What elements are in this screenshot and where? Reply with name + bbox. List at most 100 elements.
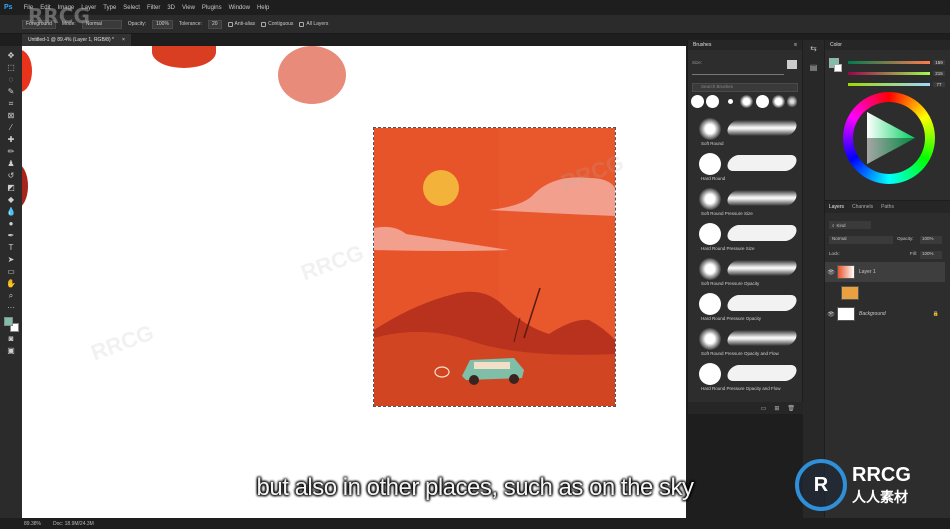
new-brush-icon[interactable] (787, 60, 797, 69)
preset-soft-round[interactable] (740, 95, 753, 108)
color-swatches[interactable] (3, 316, 19, 332)
all-layers-checkbox[interactable]: All Layers (299, 21, 328, 27)
canvas[interactable] (22, 46, 686, 518)
brush-name: Soft Round Pressure Opacity and Flow (701, 351, 779, 356)
blue-value[interactable]: 77 (933, 81, 945, 87)
preset-soft-round[interactable] (772, 95, 785, 108)
preset-hard-round[interactable] (756, 95, 769, 108)
paint-bucket-tool-icon[interactable]: ◆ (4, 194, 18, 205)
green-slider[interactable]: 215 (848, 69, 948, 77)
zoom-tool-icon[interactable]: ⌕ (4, 290, 18, 301)
brush-item-hard-round-pressure-opacity-flow[interactable]: Hard Round Pressure Opacity and Flow (688, 359, 799, 394)
tab-layers[interactable]: Layers (825, 204, 848, 210)
foreground-color-swatch[interactable] (4, 317, 13, 326)
brush-item-soft-round-pressure-size[interactable]: Soft Round Pressure Size (688, 184, 799, 219)
document-tab[interactable]: Untitled-1 @ 89.4% (Layer 1, RGB/8) * × (22, 34, 131, 46)
green-slider-track[interactable] (848, 71, 930, 75)
eyedropper-tool-icon[interactable]: ⁄ (4, 122, 18, 133)
preset-hard-round[interactable] (706, 95, 719, 108)
trash-icon[interactable]: 🗑 (787, 405, 795, 412)
blue-slider-track[interactable] (848, 82, 930, 86)
brush-item-soft-round[interactable]: Soft Round (688, 114, 799, 149)
brush-tool-icon[interactable]: ✏ (4, 146, 18, 157)
pen-tool-icon[interactable]: ✒ (4, 230, 18, 241)
rectangle-tool-icon[interactable]: ▭ (4, 266, 18, 277)
red-slider-track[interactable] (848, 60, 930, 64)
preset-soft-round[interactable] (787, 95, 797, 108)
menu-3d[interactable]: 3D (167, 5, 175, 11)
red-value[interactable]: 159 (933, 59, 945, 65)
photoshop-logo-icon[interactable]: Ps (4, 4, 13, 11)
opacity-input[interactable]: 100% (152, 19, 173, 29)
green-value[interactable]: 215 (933, 70, 945, 76)
red-slider[interactable]: 159 (848, 58, 948, 66)
menu-help[interactable]: Help (257, 5, 269, 11)
brush-size-slider[interactable] (692, 74, 784, 75)
hand-tool-icon[interactable]: ✋ (4, 278, 18, 289)
quick-select-tool-icon[interactable]: ✎ (4, 86, 18, 97)
brush-item-hard-round-pressure-opacity[interactable]: Hard Round Pressure Opacity (688, 289, 799, 324)
new-icon[interactable]: ⊞ (774, 405, 779, 412)
healing-brush-tool-icon[interactable]: ✚ (4, 134, 18, 145)
brush-search-input[interactable]: Search Brushes (692, 83, 798, 92)
layer-thumbnail (837, 265, 855, 279)
move-tool-icon[interactable]: ✥ (4, 50, 18, 61)
clone-stamp-tool-icon[interactable]: ♟ (4, 158, 18, 169)
path-selection-tool-icon[interactable]: ➤ (4, 254, 18, 265)
background-color-swatch[interactable] (834, 64, 842, 72)
brush-item-soft-round-pressure-opacity-flow[interactable]: Soft Round Pressure Opacity and Flow (688, 324, 799, 359)
tolerance-input[interactable]: 20 (207, 19, 222, 29)
color-wheel[interactable] (843, 92, 935, 184)
brush-presets-row[interactable] (690, 95, 798, 111)
tab-paths[interactable]: Paths (877, 204, 898, 210)
blend-mode-select[interactable]: Normal (829, 236, 893, 244)
more-tools-icon[interactable]: ··· (4, 302, 18, 313)
crop-tool-icon[interactable]: ⌗ (4, 98, 18, 109)
brush-item-hard-round-pressure-size[interactable]: Hard Round Pressure Size (688, 219, 799, 254)
menu-plugins[interactable]: Plugins (202, 5, 222, 11)
layer-row-background[interactable]: 👁 Background 🔒 (825, 304, 945, 324)
blue-slider[interactable]: 77 (848, 80, 948, 88)
menu-view[interactable]: View (182, 5, 195, 11)
lasso-tool-icon[interactable]: ◌ (4, 74, 18, 85)
contiguous-checkbox[interactable]: Contiguous (261, 21, 293, 27)
tab-channels[interactable]: Channels (848, 204, 877, 210)
layer-row-artwork[interactable] (825, 283, 945, 303)
preset-small-round[interactable] (728, 99, 733, 104)
menu-window[interactable]: Window (229, 5, 250, 11)
brush-name: Soft Round Pressure Opacity (701, 281, 760, 286)
history-icon[interactable]: ⇆ (810, 44, 817, 53)
layer-row-layer-1[interactable]: 👁 Layer 1 (825, 262, 945, 282)
zoom-level[interactable]: 89.38% (24, 521, 41, 527)
quick-mask-icon[interactable]: ◙ (4, 333, 18, 344)
layer-fill-input[interactable]: 100% (920, 251, 942, 259)
blur-tool-icon[interactable]: 💧 (4, 206, 18, 217)
frame-tool-icon[interactable]: ⊠ (4, 110, 18, 121)
logo-subtitle: 人人素材 (852, 488, 908, 505)
anti-alias-checkbox[interactable]: Anti-alias (227, 21, 255, 27)
document-info[interactable]: Doc: 18.9M/24.3M (53, 521, 94, 527)
eraser-tool-icon[interactable]: ◩ (4, 182, 18, 193)
layer-opacity-input[interactable]: 100% (920, 236, 942, 244)
tools-panel: ✥ ⬚ ◌ ✎ ⌗ ⊠ ⁄ ✚ ✏ ♟ ↺ ◩ ◆ 💧 ● ✒ T ➤ ▭ ✋ … (0, 46, 22, 518)
brush-item-soft-round-pressure-opacity[interactable]: Soft Round Pressure Opacity (688, 254, 799, 289)
layer-filter-select[interactable]: ⌕ Kind (829, 221, 871, 229)
marquee-tool-icon[interactable]: ⬚ (4, 62, 18, 73)
menu-select[interactable]: Select (123, 5, 140, 11)
type-tool-icon[interactable]: T (4, 242, 18, 253)
preset-hard-round[interactable] (691, 95, 704, 108)
brush-stroke-preview (725, 190, 799, 206)
screen-mode-icon[interactable]: ▣ (4, 345, 18, 356)
close-icon[interactable]: × (122, 37, 125, 43)
menu-type[interactable]: Type (103, 5, 116, 11)
history-brush-tool-icon[interactable]: ↺ (4, 170, 18, 181)
brush-item-hard-round[interactable]: Hard Round (688, 149, 799, 184)
menu-filter[interactable]: Filter (147, 5, 160, 11)
color-triangle[interactable] (853, 102, 925, 174)
panel-menu-icon[interactable]: ≡ (794, 42, 797, 48)
eye-icon[interactable]: 👁 (825, 311, 837, 318)
eye-icon[interactable]: 👁 (825, 269, 837, 276)
folder-icon[interactable]: ▭ (761, 405, 767, 412)
brush-settings-icon[interactable]: ▤ (810, 63, 818, 72)
dodge-tool-icon[interactable]: ● (4, 218, 18, 229)
